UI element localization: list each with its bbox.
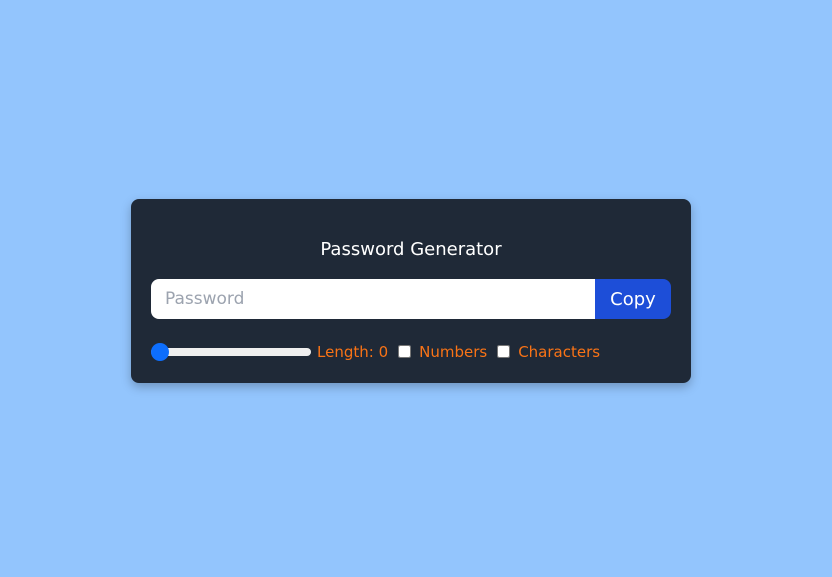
characters-checkbox[interactable]	[497, 344, 511, 358]
copy-button[interactable]: Copy	[595, 279, 671, 319]
numbers-label[interactable]: Numbers	[419, 343, 487, 361]
characters-label[interactable]: Characters	[518, 343, 600, 361]
password-row: Copy	[151, 279, 671, 319]
length-value: 0	[378, 343, 389, 361]
app-title: Password Generator	[320, 239, 502, 260]
password-generator-card: Password Generator Copy Length: 0 Number…	[131, 199, 691, 383]
numbers-checkbox[interactable]	[398, 344, 412, 358]
length-label-prefix: Length:	[317, 343, 379, 361]
length-label: Length: 0	[317, 343, 388, 361]
password-input[interactable]	[151, 279, 595, 319]
length-slider[interactable]	[151, 348, 311, 356]
options-row: Length: 0 Numbers Characters	[151, 341, 671, 363]
